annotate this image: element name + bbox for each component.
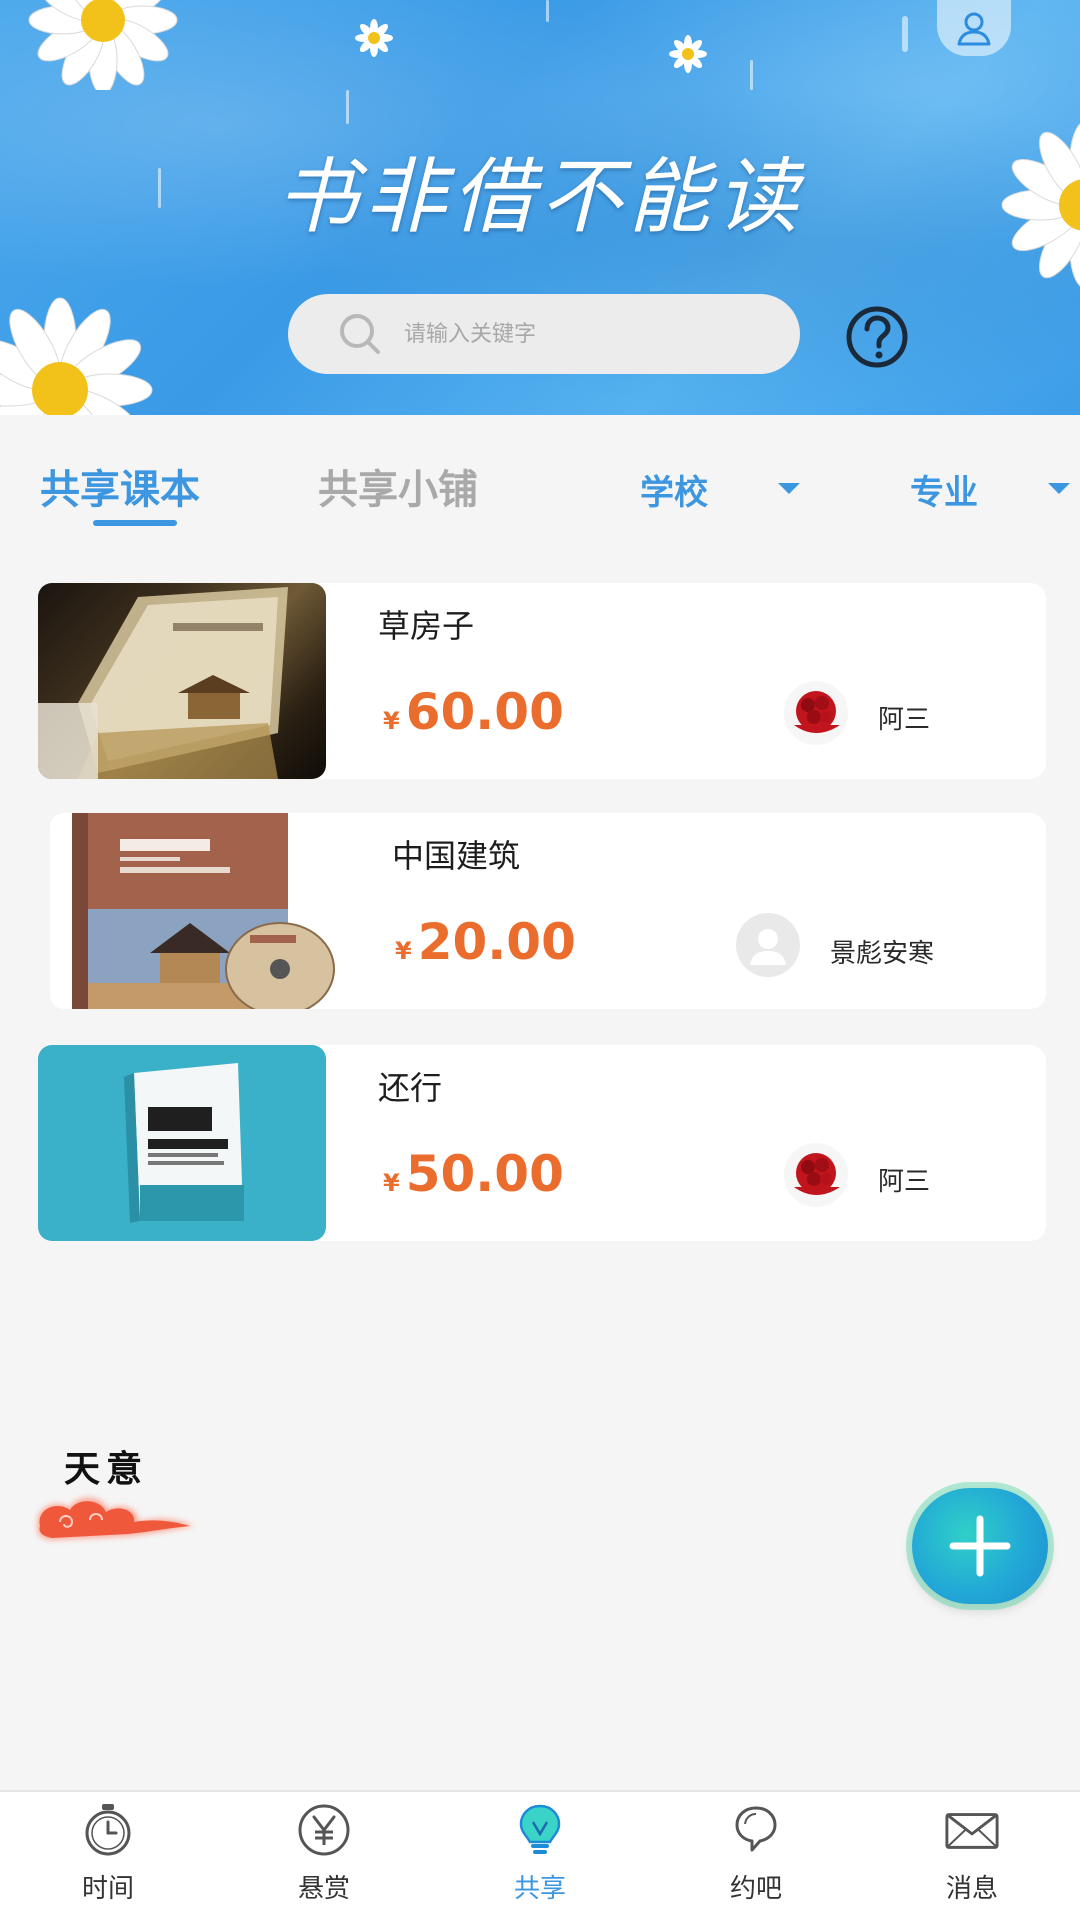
book-title: 草房子	[378, 607, 475, 645]
yen-icon	[298, 1804, 350, 1856]
tianyi-logo: 天意	[30, 1440, 200, 1550]
rain-decoration	[750, 60, 753, 90]
nav-label: 消息	[945, 1874, 998, 1904]
book-cover-image	[38, 1045, 326, 1241]
tab-shared-shop[interactable]: 共享小铺	[318, 457, 478, 515]
price-amount: 50.00	[405, 1145, 564, 1203]
currency-symbol: ¥	[383, 1169, 400, 1197]
nav-item-reward[interactable]: 悬赏	[254, 1802, 394, 1917]
book-price: ¥ 20.00	[395, 913, 576, 971]
search-icon	[340, 314, 380, 354]
rose-avatar-image	[784, 681, 848, 745]
add-book-button[interactable]	[912, 1488, 1048, 1604]
nav-label: 时间	[81, 1874, 134, 1904]
user-profile-button[interactable]	[937, 0, 1011, 56]
major-filter-dropdown[interactable]: 专业	[910, 465, 978, 514]
logo-text: 天意	[64, 1448, 149, 1490]
seller-name: 阿三	[878, 1167, 931, 1197]
clock-icon	[85, 1804, 131, 1856]
currency-symbol: ¥	[383, 707, 400, 735]
header-banner: 书非借不能读	[0, 0, 1080, 415]
plus-icon	[949, 1515, 1011, 1577]
nav-item-meetup[interactable]: 约吧	[686, 1802, 826, 1917]
rain-decoration	[546, 0, 549, 22]
book-title: 还行	[378, 1069, 443, 1107]
search-input[interactable]	[404, 321, 764, 347]
daisy-decoration	[28, 0, 178, 90]
rain-decoration	[346, 90, 349, 124]
daisy-decoration	[669, 35, 707, 73]
school-filter-dropdown[interactable]: 学校	[640, 465, 708, 514]
book-card[interactable]: 还行 ¥ 50.00 阿三	[38, 1045, 1046, 1241]
price-amount: 20.00	[417, 913, 576, 971]
seller-avatar[interactable]	[784, 1143, 848, 1207]
daisy-decoration	[0, 297, 153, 415]
daisy-decoration	[355, 19, 393, 57]
envelope-icon	[945, 1813, 999, 1849]
book-card[interactable]: 草房子 ¥ 60.00 阿三	[38, 583, 1046, 779]
cloud-decoration	[37, 1497, 194, 1540]
nav-label: 约吧	[729, 1874, 782, 1904]
lightbulb-icon	[519, 1804, 561, 1854]
book-price: ¥ 60.00	[383, 683, 564, 741]
question-icon[interactable]	[845, 305, 909, 369]
seller-avatar[interactable]	[736, 913, 800, 977]
chevron-down-icon	[1048, 483, 1070, 494]
chat-bubble-icon	[735, 1806, 777, 1852]
school-filter-label: 学校	[640, 473, 708, 513]
bottom-navigation: 时间 悬赏 共享 约吧 消息	[0, 1790, 1080, 1920]
search-bar[interactable]	[288, 294, 800, 374]
book-price: ¥ 50.00	[383, 1145, 564, 1203]
rain-decoration	[902, 16, 908, 52]
seller-avatar[interactable]	[784, 681, 848, 745]
book-cover-image	[50, 813, 338, 1009]
active-tab-indicator	[93, 520, 177, 526]
nav-item-time[interactable]: 时间	[38, 1802, 178, 1917]
book-title: 中国建筑	[392, 837, 521, 875]
book-cover-image	[38, 583, 326, 779]
category-tabs: 共享课本 共享小铺 学校 专业	[0, 415, 1080, 545]
tab-shared-textbooks[interactable]: 共享课本	[40, 457, 200, 515]
user-icon	[957, 12, 991, 46]
currency-symbol: ¥	[395, 937, 412, 965]
major-filter-label: 专业	[910, 473, 978, 513]
book-card[interactable]: 中国建筑 ¥ 20.00 景彪安寒	[50, 813, 1046, 1009]
nav-item-share[interactable]: 共享	[470, 1802, 610, 1917]
chevron-down-icon	[778, 483, 800, 494]
default-avatar-icon	[750, 929, 786, 965]
banner-title: 书非借不能读	[276, 150, 804, 245]
price-amount: 60.00	[405, 683, 564, 741]
rose-avatar-image	[784, 1143, 848, 1207]
nav-item-messages[interactable]: 消息	[902, 1802, 1042, 1917]
seller-name: 景彪安寒	[830, 939, 935, 969]
nav-label: 悬赏	[297, 1874, 350, 1904]
nav-label: 共享	[513, 1874, 566, 1904]
seller-name: 阿三	[878, 705, 931, 735]
